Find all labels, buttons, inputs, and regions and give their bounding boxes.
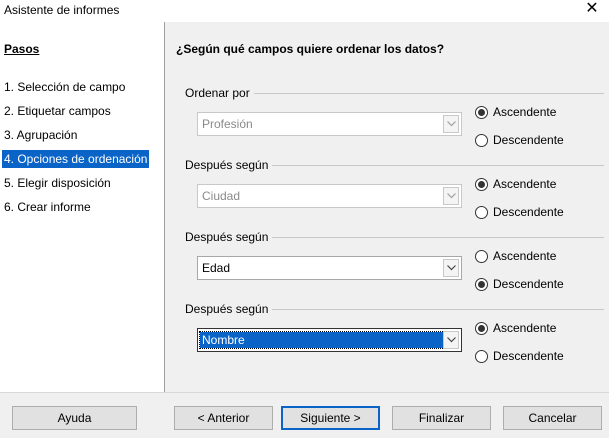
radio-unselected-icon [475, 249, 488, 263]
sort-field-value-4: Nombre [199, 331, 445, 349]
sort-field-combo-3[interactable]: Edad [197, 256, 462, 280]
page-question: ¿Según qué campos quiere ordenar los dat… [176, 42, 445, 56]
radio-unselected-icon [475, 205, 488, 219]
sort-group-label-1: Ordenar por [185, 86, 254, 100]
group-separator [269, 309, 604, 310]
ascending-radio-1[interactable]: Ascendente [475, 104, 556, 120]
ascending-label-1: Ascendente [493, 105, 557, 119]
radio-selected-icon [475, 321, 488, 335]
button-bar: Ayuda < Anterior Siguiente > Finalizar C… [0, 392, 609, 438]
chevron-down-icon[interactable] [443, 331, 459, 349]
chevron-down-icon[interactable] [443, 187, 459, 205]
descending-radio-3[interactable]: Descendente [475, 276, 564, 292]
ascending-radio-2[interactable]: Ascendente [475, 176, 556, 192]
sort-field-combo-2[interactable]: Ciudad [197, 184, 462, 208]
descending-label-4: Descendente [493, 349, 564, 363]
title-bar: Asistente de informes ✕ [0, 0, 609, 22]
sort-field-combo-1[interactable]: Profesión [197, 112, 462, 136]
ascending-label-3: Ascendente [493, 249, 557, 263]
next-button[interactable]: Siguiente > [281, 406, 380, 430]
radio-unselected-icon [475, 133, 488, 147]
step-item-create-report[interactable]: 6. Crear informe [2, 198, 93, 216]
cancel-button[interactable]: Cancelar [503, 406, 602, 430]
sort-group-label-4: Después según [185, 302, 273, 316]
steps-heading: Pasos [4, 42, 40, 56]
steps-panel: Pasos 1. Selección de campo 2. Etiquetar… [0, 22, 165, 392]
descending-label-3: Descendente [493, 277, 564, 291]
ascending-label-4: Ascendente [493, 321, 557, 335]
descending-radio-1[interactable]: Descendente [475, 132, 564, 148]
help-button[interactable]: Ayuda [12, 406, 137, 430]
chevron-down-icon[interactable] [443, 115, 459, 133]
ascending-radio-3[interactable]: Ascendente [475, 248, 556, 264]
finish-button[interactable]: Finalizar [392, 406, 491, 430]
sort-field-value-3: Edad [202, 261, 231, 275]
step-item-field-selection[interactable]: 1. Selección de campo [2, 78, 127, 96]
radio-selected-icon [475, 105, 488, 119]
sort-field-value-1: Profesión [202, 117, 253, 131]
sort-group-label-3: Después según [185, 230, 273, 244]
radio-selected-icon [475, 177, 488, 191]
descending-label-1: Descendente [493, 133, 564, 147]
sort-field-value-2: Ciudad [202, 189, 241, 203]
sort-options-panel: ¿Según qué campos quiere ordenar los dat… [166, 22, 609, 392]
radio-selected-icon [475, 277, 488, 291]
group-separator [269, 237, 604, 238]
step-item-grouping[interactable]: 3. Agrupación [2, 126, 79, 144]
descending-radio-4[interactable]: Descendente [475, 348, 564, 364]
descending-label-2: Descendente [493, 205, 564, 219]
group-separator [254, 93, 604, 94]
step-item-sort-options[interactable]: 4. Opciones de ordenación [2, 150, 150, 168]
descending-radio-2[interactable]: Descendente [475, 204, 564, 220]
ascending-label-2: Ascendente [493, 177, 557, 191]
back-button[interactable]: < Anterior [174, 406, 273, 430]
window-title: Asistente de informes [4, 3, 120, 17]
chevron-down-icon[interactable] [443, 259, 459, 277]
group-separator [269, 165, 604, 166]
sort-group-label-2: Después según [185, 158, 273, 172]
step-item-label-fields[interactable]: 2. Etiquetar campos [2, 102, 113, 120]
close-icon[interactable]: ✕ [581, 0, 603, 20]
sort-field-combo-4[interactable]: Nombre [197, 328, 462, 352]
step-item-choose-layout[interactable]: 5. Elegir disposición [2, 174, 113, 192]
ascending-radio-4[interactable]: Ascendente [475, 320, 556, 336]
radio-unselected-icon [475, 349, 488, 363]
